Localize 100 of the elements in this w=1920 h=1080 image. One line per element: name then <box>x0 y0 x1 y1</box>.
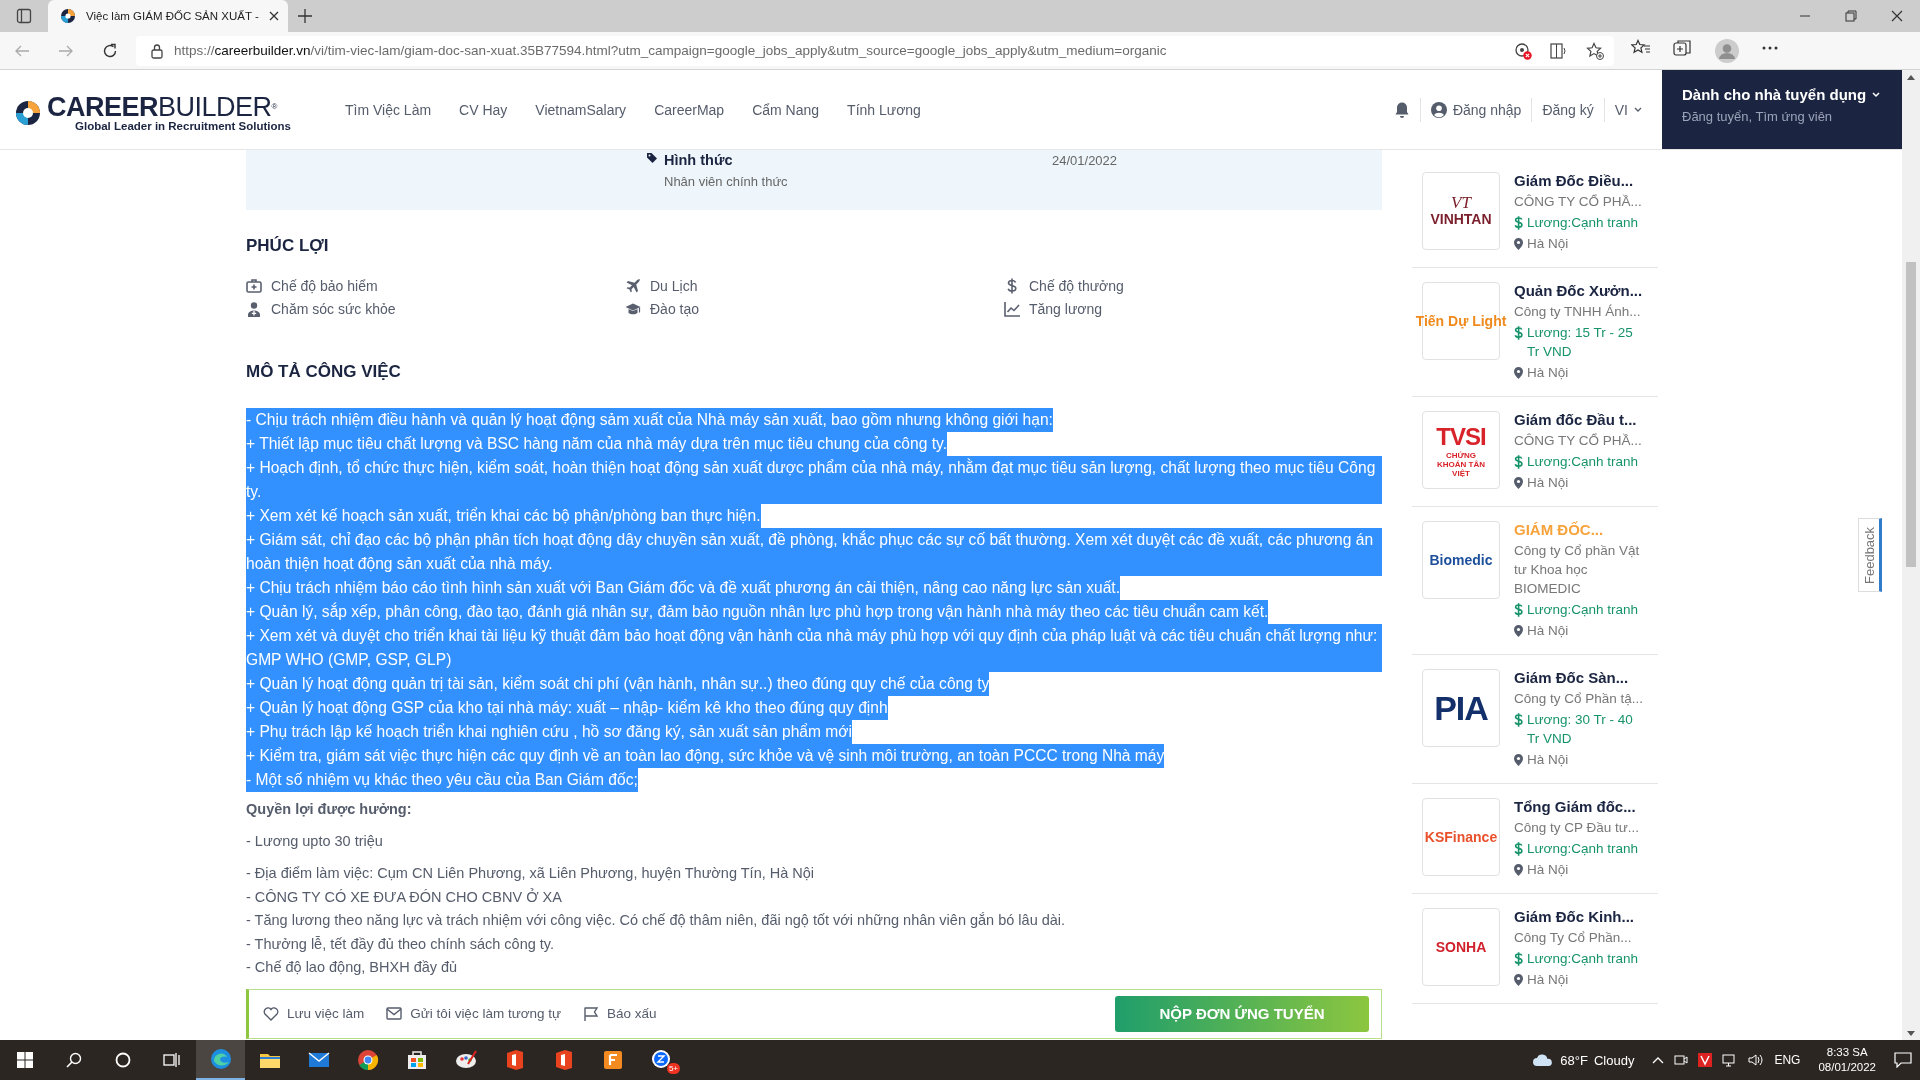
nav-link[interactable]: Cẩm Nang <box>738 101 834 118</box>
caret-up-icon[interactable] <box>1652 1056 1665 1064</box>
dollar-sign-icon <box>1514 952 1523 966</box>
start-icon[interactable] <box>16 1052 33 1068</box>
scroll-down-icon <box>1907 1031 1915 1036</box>
register-link[interactable]: Đăng ký <box>1542 101 1594 118</box>
nav-link[interactable]: VietnamSalary <box>521 101 641 118</box>
selected-text: + Quản lý, sắp xếp, phân công, đào tạo, đánh giá nhân sự, đảm bảo nguồn nhân lực phù hợp trong vận hành nhà máy theo các tiêu chuẩn cam kết. <box>246 600 1269 624</box>
save-job-link[interactable]: Lưu việc làm <box>263 1006 365 1021</box>
logo-text: Biomedic <box>1429 552 1493 568</box>
new-tab-icon[interactable] <box>298 9 312 23</box>
airplane-icon <box>625 277 642 294</box>
bell-icon[interactable] <box>1393 100 1410 119</box>
benefit-label: Chế độ thưởng <box>1029 277 1124 294</box>
lock-icon <box>150 42 164 59</box>
report-link[interactable]: Báo xấu <box>583 1005 657 1022</box>
logo-text: VINHTAN <box>1430 211 1492 227</box>
weather-widget[interactable]: 68°F Cloudy <box>1532 1052 1635 1068</box>
info-label: Hình thức <box>664 152 734 168</box>
speaker-icon[interactable] <box>1748 1053 1765 1067</box>
collections-icon[interactable] <box>1673 38 1693 57</box>
app-icon[interactable] <box>1698 1053 1713 1067</box>
perk-line: - Chế độ lao động, BHXH đầy đủ <box>246 958 459 977</box>
location-pin-icon <box>1514 624 1523 637</box>
taskbar-button[interactable]: 5+ <box>637 1040 686 1080</box>
employer-menu[interactable]: Dành cho nhà tuyển dụng Đăng tuyển, Tìm ứng viên <box>1662 70 1902 149</box>
tracking-blocked-icon[interactable] <box>1514 41 1532 60</box>
medical-kit-icon <box>246 277 263 294</box>
job-title-link[interactable]: Quản Đốc Xưởn... <box>1514 282 1648 299</box>
caret-down-icon <box>1634 106 1642 113</box>
company-name: CÔNG TY CỔ PHẦ... <box>1514 193 1642 211</box>
notification-icon[interactable] <box>1894 1052 1912 1068</box>
address-bar[interactable]: https://careerbuilder.vn/vi/tim-viec-lam/giam-doc-san-xuat.35B77594.html?utm_campaign=google_jobs_apply&utm_source=google_jobs_apply&utm_medium=organic <box>136 35 1614 66</box>
perk-line: - Tăng lương theo năng lực và trách nhiệm với công việc. Có chế độ thâm niên, đãi ngộ tốt với những nhân viên gắn bó lâu dài. <box>246 911 1067 930</box>
nav-link[interactable]: CV Hay <box>445 101 522 118</box>
location-text: Hà Nội <box>1527 971 1569 989</box>
dollar-sign-icon <box>1514 713 1523 727</box>
add-favorite-icon[interactable] <box>1586 41 1604 60</box>
cloud-icon <box>1532 1053 1555 1067</box>
dollar-sign-icon <box>1514 216 1523 230</box>
location-text: Hà Nội <box>1527 235 1569 253</box>
window-menu-icon[interactable] <box>16 8 32 24</box>
perk-line: - CÔNG TY CÓ XE ĐƯA ĐÓN CHO CBNV Ở XA <box>246 887 563 907</box>
location-pin-icon <box>1514 753 1523 766</box>
section-heading: MÔ TẢ CÔNG VIỆC <box>246 362 402 382</box>
task-view-icon[interactable] <box>162 1052 181 1068</box>
job-title-link[interactable]: Giám đốc Đầu t... <box>1514 411 1642 428</box>
benefit-label: Du Lịch <box>650 277 698 294</box>
nav-link[interactable]: Tính Lương <box>833 101 935 118</box>
job-title-link[interactable]: Giám Đốc Sàn... <box>1514 669 1648 686</box>
read-aloud-icon[interactable] <box>1550 41 1568 60</box>
login-link[interactable]: Đăng nhập <box>1430 101 1522 118</box>
circle-icon[interactable] <box>114 1052 131 1068</box>
site-favicon-icon <box>60 8 76 24</box>
job-card[interactable]: SONHA Giám Đốc Kinh... Công Ty Cổ Phần... Lương:Cạnh tranh Hà Nội <box>1412 894 1658 1004</box>
section-heading: PHÚC LỢI <box>246 236 330 256</box>
perk-line: - Thưởng lễ, tết đầy đủ theo chính sách công ty. <box>246 934 556 954</box>
scrollbar[interactable] <box>1902 70 1920 1040</box>
location-pin-icon <box>1514 973 1523 986</box>
job-card[interactable]: Biomedic GIÁM ĐỐC... Công ty Cổ phần Vật tư Khoa học BIOMEDIC Lương:Cạnh tranh Hà Nội <box>1412 507 1658 655</box>
location-text: Hà Nội <box>1527 861 1569 879</box>
feedback-tab[interactable]: Feedback <box>1858 518 1882 592</box>
browser-tab[interactable]: Việc làm GIÁM ĐỐC SẢN XUẤT - <box>48 0 288 32</box>
browser-icon <box>208 1047 233 1071</box>
avatar-icon[interactable] <box>1715 38 1739 63</box>
job-card[interactable]: KSFinance Tổng Giám đốc... Công ty CP Đầu tư... Lương:Cạnh tranh Hà Nội <box>1412 784 1658 894</box>
scrollbar-thumb[interactable] <box>1906 262 1916 567</box>
language-selector[interactable]: VI <box>1614 101 1642 118</box>
company-name: Công ty Cổ phần Vật tư Khoa học BIOMEDIC <box>1514 542 1641 598</box>
job-card[interactable]: VT VINHTAN Giám Đốc Điều... CÔNG TY CỔ PHẦ... Lương:Cạnh tranh Hà Nội <box>1412 158 1658 268</box>
restore-icon[interactable] <box>1845 10 1857 22</box>
posted-date: 24/01/2022 <box>1052 152 1119 170</box>
notification-badge: 5+ <box>666 1063 680 1074</box>
camera-icon[interactable] <box>1674 1053 1689 1067</box>
selected-text: + Phụ trách lập kế hoạch triển khai nghiên cứu , hồ sơ đăng ký, sản xuất sản phẩm mới <box>246 720 853 744</box>
job-title-link[interactable]: Giám Đốc Điều... <box>1514 172 1642 189</box>
logo-monogram: VT <box>1451 195 1471 211</box>
close-icon[interactable] <box>268 11 279 21</box>
selected-text: - Một số nhiệm vụ khác theo yêu cầu của Ban Giám đốc; <box>246 768 638 792</box>
selected-text: + Quản lý hoạt động GSP của kho tại nhà máy: xuất – nhập- kiểm kê kho theo đúng quy định <box>246 696 888 720</box>
job-card[interactable]: PIA Giám Đốc Sàn... Công ty Cổ Phần tậ... Lương: 30 Tr - 40 Tr VND Hà Nội <box>1412 655 1658 784</box>
nav-link[interactable]: CareerMap <box>640 101 739 118</box>
nav-link[interactable]: Tìm Việc Làm <box>331 101 446 118</box>
user-circle-icon <box>1430 101 1447 118</box>
line-chart-icon <box>1004 300 1021 317</box>
close-icon[interactable] <box>1891 10 1903 22</box>
company-name: CÔNG TY CỔ PHẦ... <box>1514 432 1642 450</box>
company-name: Công Ty Cổ Phần... <box>1514 929 1633 947</box>
logo-text: PIA <box>1434 688 1488 728</box>
dollar-sign-icon <box>1514 603 1523 617</box>
job-title-link[interactable]: Giám Đốc Kinh... <box>1514 908 1638 925</box>
input-language[interactable]: ENG <box>1774 1053 1801 1067</box>
job-title-link[interactable]: Tổng Giám đốc... <box>1514 798 1640 815</box>
similar-jobs-link[interactable]: Gửi tôi việc làm tương tự <box>386 1006 562 1021</box>
job-card[interactable]: TVSI CHỨNG KHOÁN TÂN VIỆT Giám đốc Đầu t... CÔNG TY CỔ PHẦ... Lương:Cạnh tranh Hà Nội <box>1412 397 1658 507</box>
clock[interactable]: 8:33 SA 08/01/2022 <box>1818 1045 1876 1075</box>
search-icon[interactable] <box>65 1052 82 1068</box>
flag-icon <box>583 1005 600 1022</box>
salary-text: Lương:Cạnh tranh <box>1527 840 1638 858</box>
refresh-icon[interactable] <box>102 42 118 59</box>
